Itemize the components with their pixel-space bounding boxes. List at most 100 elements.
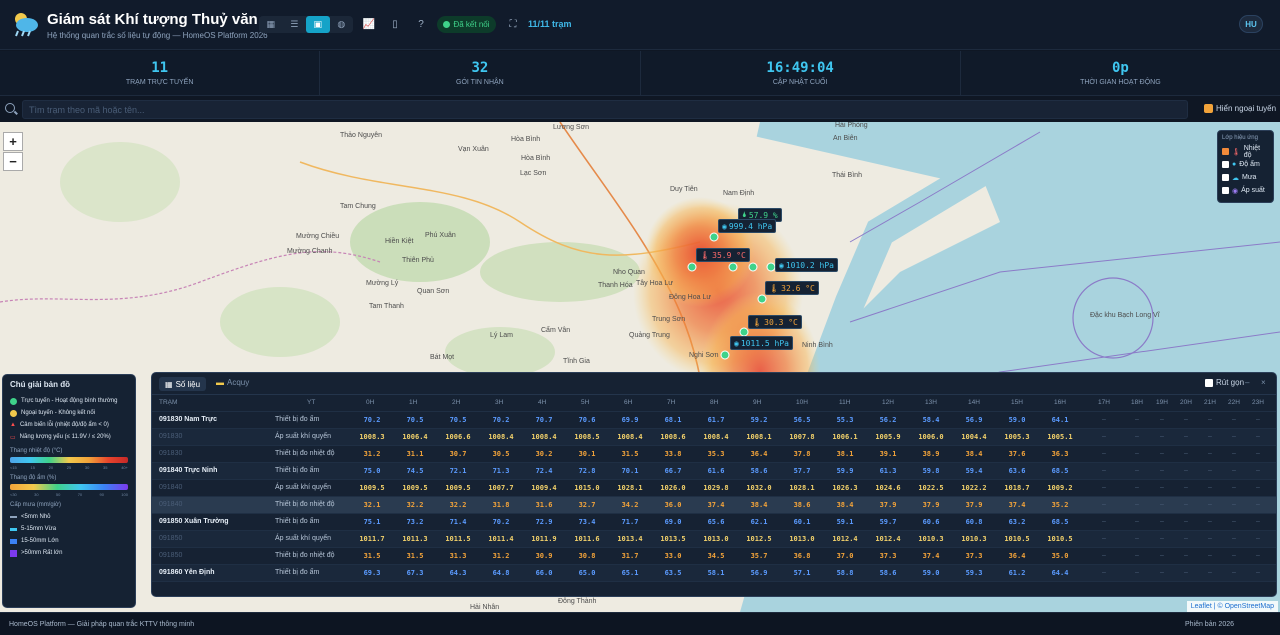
status-dot-icon (10, 397, 17, 405)
map-view-icon[interactable]: ▣ (306, 16, 330, 33)
chart-icon[interactable]: 📈 (362, 16, 376, 33)
table-cell: 68.5 (1051, 467, 1069, 475)
col-hour: 22H (1228, 399, 1240, 406)
table-cell: 64.1 (1051, 416, 1069, 424)
table-cell: 35.7 (750, 552, 768, 560)
table-row[interactable]: 091850 Xuân Trường Thiết bị đo ẩm 75.1 73.2… (152, 514, 1276, 531)
table-cell: 62.1 (750, 518, 768, 526)
checkbox-icon[interactable] (1222, 187, 1229, 194)
view-mode-group: ▦ ☰ ▣ ◍ (259, 16, 353, 33)
checkbox-checked-icon[interactable] (1204, 104, 1213, 113)
grid-view-icon[interactable]: ▦ (259, 16, 283, 33)
table-row[interactable]: 091830 Áp suất khí quyển 1008.3 1006.4 1006.… (152, 429, 1276, 446)
station-name: 091840 (159, 484, 183, 491)
table-cell: 37.6 (1008, 450, 1026, 458)
cloud-rain-icon: ☁ (1232, 174, 1239, 182)
layer-humidity[interactable]: ● Độ ẩm (1222, 158, 1269, 171)
search-input[interactable] (22, 100, 1188, 119)
tab-data[interactable]: ▦ Số liệu (159, 377, 207, 391)
table-cell-empty: – (1135, 569, 1139, 576)
leaflet-logo: Leaflet | © OpenStreetMap (1190, 603, 1274, 610)
table-cell: 1029.8 (703, 484, 729, 492)
data-table: TRẠM YT 0H 1H 2H 3H 4H 5H 6H 7H 8H 9H 10H 11H 12H 13H 14… (152, 395, 1276, 582)
table-cell: 37.8 (793, 450, 811, 458)
table-cell: 31.8 (492, 501, 510, 509)
temp-gradient (10, 457, 128, 463)
close-icon[interactable]: × (1261, 378, 1266, 387)
table-cell: 72.4 (535, 467, 553, 475)
col-hour: 16H (1054, 399, 1066, 406)
table-row[interactable]: 091830 Nam Trực Thiết bị đo ẩm 70.2 70.5 70.… (152, 412, 1276, 429)
show-offline-toggle[interactable]: Hiển ngoại tuyến (1204, 104, 1276, 113)
table-cell: 61.7 (707, 416, 725, 424)
table-cell: 1013.5 (660, 535, 686, 543)
col-hour: 3H (495, 399, 504, 406)
fullscreen-icon[interactable]: ⛶ (506, 16, 520, 33)
col-hour: 19H (1156, 399, 1168, 406)
list-view-icon[interactable]: ☰ (283, 16, 307, 33)
document-icon[interactable]: ▯ (388, 16, 402, 33)
zoom-out-button[interactable]: − (3, 152, 23, 171)
table-cell: 33.8 (664, 450, 682, 458)
element-name: Thiết bị đo ẩm (275, 467, 320, 474)
table-cell: 57.7 (793, 467, 811, 475)
table-cell-empty: – (1256, 433, 1260, 440)
table-cell: 34.5 (707, 552, 725, 560)
table-cell: 70.6 (578, 416, 596, 424)
table-cell: 31.2 (363, 450, 381, 458)
table-cell-empty: – (1232, 416, 1236, 423)
zoom-in-button[interactable]: + (3, 132, 23, 151)
map-view[interactable]: Thảo Nguyên Hòa Bình Lương Sơn Hòa Bình Vạn … (0, 122, 1280, 612)
table-row[interactable]: 091850 Thiết bị đo nhiệt độ 31.5 31.5 31.3 31… (152, 548, 1276, 565)
table-cell: 69.3 (363, 569, 381, 577)
table-row[interactable]: 091840 Thiết bị đo nhiệt độ 32.1 32.2 32.2 31… (152, 497, 1276, 514)
station-marker[interactable]: ◉ 1010.2 hPa (775, 258, 838, 272)
checkbox-icon[interactable] (1222, 174, 1229, 181)
layer-rain[interactable]: ☁ Mưa (1222, 171, 1269, 184)
map-place-label: Quan Sơn (417, 288, 450, 295)
table-cell-empty: – (1160, 535, 1164, 542)
layer-temperature[interactable]: 🌡 Nhiệt độ (1222, 145, 1269, 159)
table-cell-empty: – (1160, 518, 1164, 525)
col-hour: 5H (581, 399, 590, 406)
table-cell: 36.3 (1051, 450, 1069, 458)
element-name: Thiết bị đo ẩm (275, 416, 320, 423)
station-marker[interactable]: 🌡 30.3 °C (748, 315, 802, 329)
legend-rain-extreme: >50mm Rất lớn (10, 547, 128, 559)
globe-icon[interactable]: ◍ (330, 16, 354, 33)
minimize-icon[interactable]: – (1245, 378, 1249, 387)
map-attribution[interactable]: Leaflet | © OpenStreetMap (1186, 601, 1278, 612)
layer-pressure[interactable]: ◉ Áp suất (1222, 184, 1269, 197)
table-cell: 63.6 (1008, 467, 1026, 475)
table-cell-empty: – (1232, 450, 1236, 457)
checkbox-icon[interactable] (1205, 378, 1213, 387)
checkbox-icon[interactable] (1222, 161, 1229, 168)
table-row[interactable]: 091830 Thiết bị đo nhiệt độ 31.2 31.1 30.7 30… (152, 446, 1276, 463)
checkbox-checked-icon[interactable] (1222, 148, 1229, 155)
station-marker[interactable]: 🌡 35.9 °C (696, 248, 750, 262)
col-hour: 11H (839, 399, 851, 406)
help-icon[interactable]: ? (414, 16, 428, 33)
legend-sensor-error: ▲ Cảm biến lỗi (nhiệt độ/độ ẩm < 0) (10, 422, 109, 428)
tab-battery[interactable]: ▬ Acquy (216, 378, 249, 387)
table-cell: 56.2 (879, 416, 897, 424)
table-cell: 64.4 (1051, 569, 1069, 577)
table-row[interactable]: 091840 Trực Ninh Thiết bị đo ẩm 75.0 74.5 72… (152, 463, 1276, 480)
table-cell: 60.8 (965, 518, 983, 526)
station-marker[interactable]: ◉ 999.4 hPa (718, 219, 777, 233)
table-cell: 71.4 (449, 518, 467, 526)
collapse-toggle[interactable]: Rút gọn (1205, 378, 1244, 387)
user-avatar[interactable]: HU (1239, 15, 1263, 33)
table-cell: 70.2 (492, 416, 510, 424)
table-cell: 65.1 (621, 569, 639, 577)
layer-panel-title: Lớp hiệu ứng (1222, 135, 1258, 141)
table-row[interactable]: 091840 Áp suất khí quyển 1009.5 1009.5 1009.… (152, 480, 1276, 497)
table-row[interactable]: 091860 Yên Định Thiết bị đo ẩm 69.3 67.3 64.… (152, 565, 1276, 582)
table-row[interactable]: 091850 Áp suất khí quyển 1011.7 1011.3 1011.… (152, 531, 1276, 548)
station-marker[interactable]: 🌡 32.6 °C (765, 281, 819, 295)
station-marker[interactable]: ◉ 1011.5 hPa (730, 336, 793, 350)
table-cell-empty: – (1208, 484, 1212, 491)
table-cell-empty: – (1208, 433, 1212, 440)
col-hour: 4H (538, 399, 547, 406)
table-cell: 37.3 (879, 552, 897, 560)
